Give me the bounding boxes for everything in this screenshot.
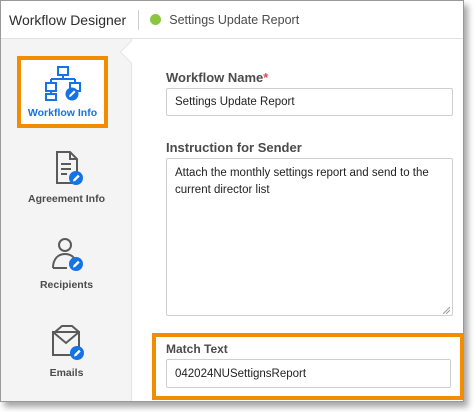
sidebar-item-agreement-info[interactable]: Agreement Info <box>1 149 132 205</box>
workflow-name-label: Workflow Name* <box>166 70 268 85</box>
email-edit-icon <box>47 323 87 363</box>
match-text-highlight: Match Text <box>152 333 463 400</box>
sidebar-item-label: Emails <box>49 367 84 379</box>
sidebar-item-label: Agreement Info <box>27 193 105 205</box>
sidebar-item-emails[interactable]: Emails <box>1 323 132 379</box>
sidebar-item-label: Recipients <box>39 279 94 291</box>
workflow-name-input[interactable] <box>166 88 453 116</box>
match-text-label: Match Text <box>166 342 228 356</box>
sidebar-item-workflow-info[interactable]: Workflow Info <box>17 56 108 128</box>
resize-grip-icon[interactable] <box>442 306 450 314</box>
header-divider <box>138 9 140 30</box>
sidebar: Workflow Info Agreement Info Recipients … <box>1 39 132 401</box>
header-bar: Workflow Designer Settings Update Report <box>1 1 463 39</box>
document-title: Settings Update Report <box>169 12 300 27</box>
workflow-info-panel: Workflow Name* Instruction for Sender At… <box>132 40 463 401</box>
app-title: Workflow Designer <box>9 11 127 28</box>
workflow-name-label-text: Workflow Name <box>166 70 264 85</box>
instruction-label: Instruction for Sender <box>166 140 302 155</box>
required-marker: * <box>263 70 269 85</box>
match-text-input[interactable] <box>166 359 451 388</box>
workflow-designer-window: Workflow Designer Settings Update Report <box>0 0 464 402</box>
instruction-textarea[interactable]: Attach the monthly settings report and s… <box>166 158 453 316</box>
person-edit-icon <box>47 235 87 275</box>
sidebar-item-recipients[interactable]: Recipients <box>1 235 132 291</box>
status-dot-icon <box>150 14 162 25</box>
document-edit-icon <box>47 149 87 189</box>
workflow-diagram-icon <box>43 65 83 105</box>
sidebar-item-label: Workflow Info <box>27 107 98 119</box>
